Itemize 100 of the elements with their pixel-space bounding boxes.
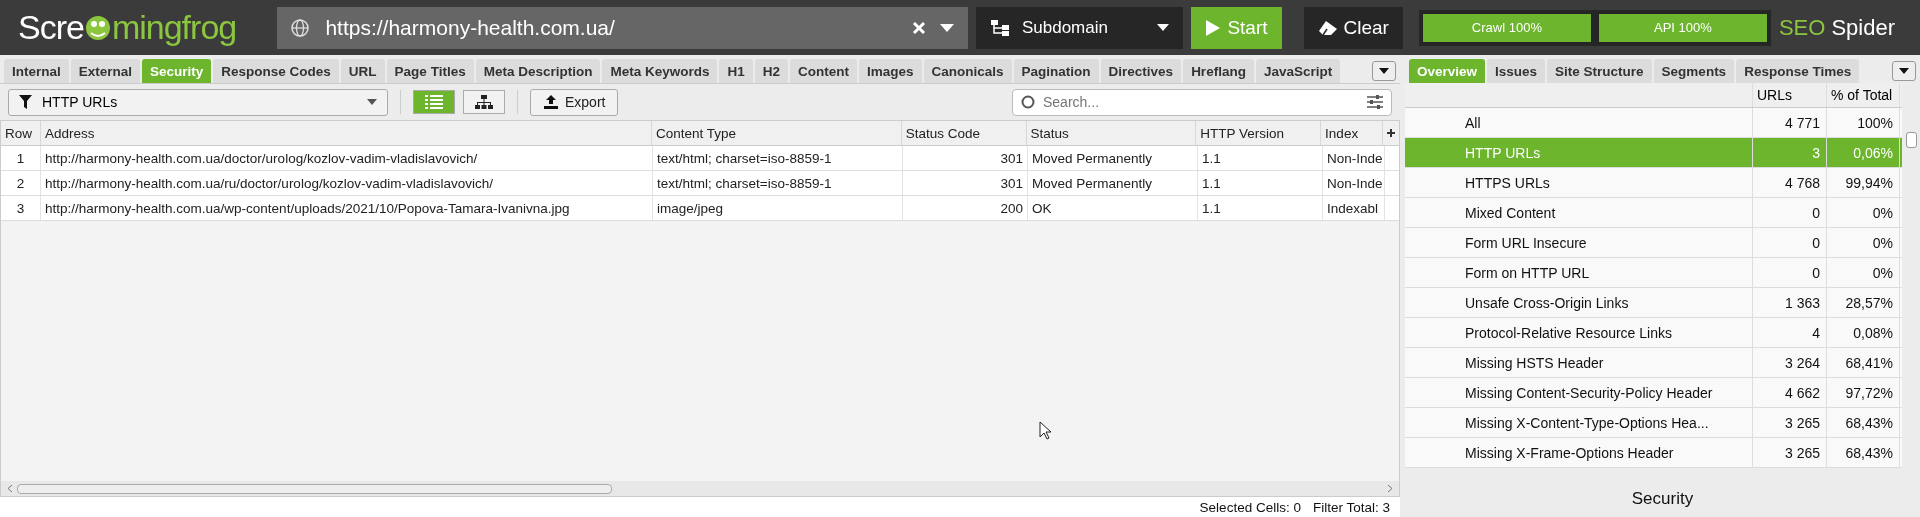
column-header[interactable]: Content Type — [652, 121, 902, 145]
issue-name: HTTP URLs — [1405, 138, 1753, 167]
table-cell: Indexabl — [1323, 196, 1385, 220]
table-cell: OK — [1028, 196, 1198, 220]
filter-dropdown[interactable]: HTTP URLs — [8, 88, 388, 116]
selected-cells-label: Selected Cells: 0 — [1199, 499, 1301, 515]
table-cell: 301 — [903, 146, 1028, 170]
caret-icon — [1157, 24, 1170, 31]
column-header[interactable]: Row — [1, 121, 41, 145]
tab[interactable]: JavaScript — [1255, 59, 1341, 83]
url-count: 0 — [1753, 198, 1827, 227]
issue-name: Missing HSTS Header — [1405, 348, 1753, 377]
tab[interactable]: H1 — [719, 59, 753, 83]
tab[interactable]: Response Times — [1736, 59, 1860, 83]
table-cell: text/html; charset=iso-8859-1 — [653, 146, 903, 170]
horizontal-scrollbar[interactable] — [1, 481, 1399, 496]
play-icon — [1205, 18, 1222, 37]
tab[interactable]: Directives — [1100, 59, 1182, 83]
tab[interactable]: Meta Description — [475, 59, 601, 83]
url-count: 0 — [1753, 228, 1827, 257]
url-count: 4 662 — [1753, 378, 1827, 407]
tab[interactable]: URL — [340, 59, 385, 83]
search-bar[interactable]: Search... — [1012, 88, 1392, 116]
tree-view-button[interactable] — [463, 90, 505, 114]
column-header[interactable]: URLs — [1753, 83, 1827, 107]
mode-dropdown[interactable]: Subdomain — [975, 6, 1184, 49]
overview-row[interactable]: Form URL Insecure 0 0% — [1405, 228, 1902, 258]
issue-name: HTTPS URLs — [1405, 168, 1753, 197]
progress-bar: API 100% — [1597, 12, 1768, 43]
product-name: Spider — [1831, 14, 1895, 41]
table-cell: 200 — [903, 196, 1028, 220]
tab[interactable]: Images — [859, 59, 922, 83]
tab[interactable]: Content — [790, 59, 857, 83]
chevron-right-icon[interactable] — [1387, 484, 1393, 493]
tab[interactable]: Issues — [1487, 59, 1546, 83]
table-cell: Moved Permanently — [1028, 146, 1198, 170]
logo-text: mingfrog — [111, 8, 237, 47]
overview-row[interactable]: HTTPS URLs 4 768 99,94% — [1405, 168, 1902, 198]
url-field[interactable]: https://harmony-health.com.ua/ — [323, 14, 898, 41]
issue-name: Form on HTTP URL — [1405, 258, 1753, 287]
url-count: 0 — [1753, 258, 1827, 287]
filter-total-label: Filter Total: 3 — [1312, 499, 1390, 515]
close-icon[interactable] — [911, 20, 926, 35]
overview-row[interactable]: Protocol-Relative Resource Links 4 0,08% — [1405, 318, 1902, 348]
url-count: 3 264 — [1753, 348, 1827, 377]
column-header[interactable]: % of Total — [1827, 83, 1900, 107]
url-count: 3 265 — [1753, 408, 1827, 437]
percent-of-total: 0% — [1827, 258, 1900, 287]
column-header[interactable]: Status — [1026, 121, 1197, 145]
mouse-pointer-icon — [1039, 421, 1052, 440]
table-cell: text/html; charset=iso-8859-1 — [653, 171, 903, 195]
issue-name: All — [1405, 108, 1753, 137]
caret-icon — [1899, 68, 1909, 74]
overview-row[interactable]: Missing HSTS Header 3 264 68,41% — [1405, 348, 1902, 378]
percent-of-total: 0% — [1827, 228, 1900, 257]
caret-icon[interactable] — [939, 23, 954, 32]
tab[interactable]: Hreflang — [1183, 59, 1254, 83]
url-count: 4 771 — [1753, 108, 1827, 137]
tab[interactable]: External — [70, 59, 141, 83]
table-cell: 301 — [903, 171, 1028, 195]
percent-of-total: 97,72% — [1827, 378, 1900, 407]
tab[interactable]: Canonicals — [923, 59, 1012, 83]
clear-button[interactable]: Clear — [1303, 6, 1403, 49]
tab[interactable]: Segments — [1653, 59, 1735, 83]
filter-icon — [19, 95, 32, 109]
tabs-menu-button[interactable] — [1372, 61, 1396, 81]
overview-row[interactable]: Missing Content-Security-Policy Header 4 662 97,72% — [1405, 378, 1902, 408]
progress-bar: Crawl 100% — [1421, 12, 1592, 43]
caret-icon — [1379, 68, 1389, 74]
chart-title: Security — [1630, 488, 1695, 509]
tab[interactable]: Internal — [4, 59, 69, 83]
tab[interactable]: Pagination — [1013, 59, 1099, 83]
percent-of-total: 100% — [1827, 108, 1900, 137]
overview-row[interactable]: Mixed Content 0 0% — [1405, 198, 1902, 228]
tab[interactable]: Site Structure — [1547, 59, 1652, 83]
chevron-left-icon[interactable] — [7, 484, 13, 493]
overview-row[interactable]: Missing X-Content-Type-Options Hea... 3 265 68,43% — [1405, 408, 1902, 438]
url-bar[interactable]: https://harmony-health.com.ua/ — [277, 6, 968, 49]
percent-of-total: 0,06% — [1827, 138, 1900, 167]
overview-row[interactable]: Missing X-Frame-Options Header 3 265 68,43% — [1405, 438, 1902, 468]
column-header[interactable]: Address — [40, 121, 653, 145]
overview-row[interactable]: Form on HTTP URL 0 0% — [1405, 258, 1902, 288]
percent-of-total: 68,41% — [1827, 348, 1900, 377]
overview-row[interactable]: All 4 771 100% — [1405, 108, 1902, 138]
overview-row[interactable]: Unsafe Cross-Origin Links 1 363 28,57% — [1405, 288, 1902, 318]
url-count: 4 — [1753, 318, 1827, 347]
tab[interactable]: Page Titles — [386, 59, 474, 83]
column-header[interactable]: HTTP Version — [1196, 121, 1322, 145]
tab[interactable]: H2 — [754, 59, 788, 83]
tree-icon — [475, 95, 493, 109]
column-header[interactable]: Status Code — [901, 121, 1027, 145]
tab[interactable]: Meta Keywords — [602, 59, 718, 83]
logo-text: Scre — [18, 8, 84, 47]
export-button[interactable]: Export — [530, 88, 619, 116]
upload-icon — [543, 94, 559, 110]
url-count: 3 265 — [1753, 438, 1827, 467]
tab[interactable]: Response Codes — [213, 59, 339, 83]
tabs-menu-button[interactable] — [1892, 61, 1916, 81]
eraser-icon — [1317, 19, 1338, 36]
sliders-icon[interactable] — [1367, 95, 1383, 109]
